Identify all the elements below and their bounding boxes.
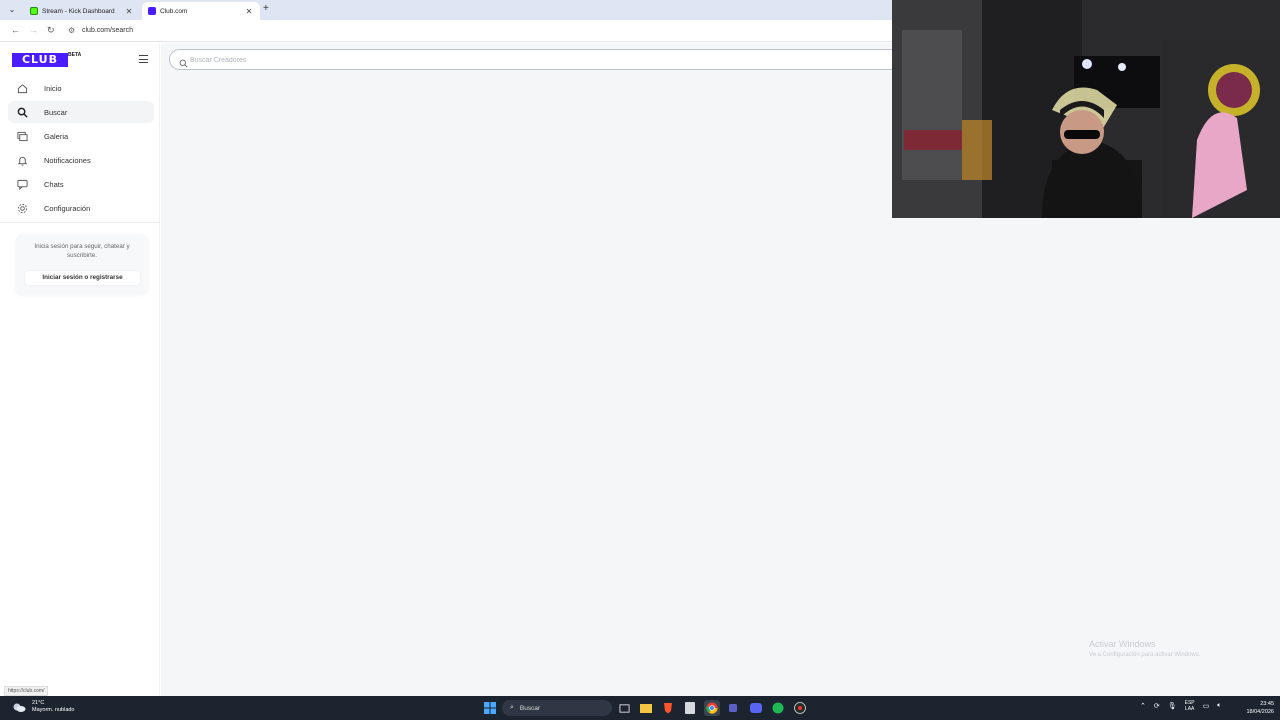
system-tray: ⌃ ⟳ 🎙︎ ESP LAA ▭ 🔈︎: [1140, 700, 1229, 712]
bell-icon: [16, 154, 28, 166]
taskbar-search-label: Buscar: [519, 704, 541, 712]
obs-icon[interactable]: [792, 700, 808, 716]
webcam-overlay: [892, 0, 1280, 218]
status-url-tooltip: https://club.com/: [4, 686, 49, 696]
sidebar-item-inicio[interactable]: Inicio: [8, 77, 154, 99]
chevron-up-icon[interactable]: ⌃: [1140, 702, 1146, 710]
taskbar-start: [482, 700, 504, 716]
windows-start-icon[interactable]: [482, 700, 498, 716]
windows-activation-watermark: Activar Windows Ve a Configuración para …: [1089, 639, 1200, 658]
sidebar-item-galeria[interactable]: Galeria: [8, 125, 154, 147]
kick-icon: [30, 7, 38, 15]
close-icon[interactable]: ✕: [244, 7, 254, 16]
tab-title: Stream - Kick Dashboard: [42, 7, 115, 15]
cloudy-icon: [13, 703, 26, 712]
sidebar-nav: Inicio Buscar Galeria Notificaciones Cha…: [8, 77, 154, 221]
calculator-icon[interactable]: [682, 700, 698, 716]
login-prompt-text: Inicia sesión para seguir, chatear y sus…: [34, 243, 130, 259]
club-logo[interactable]: CLUB: [12, 53, 68, 67]
site-settings-icon[interactable]: ⚙: [68, 26, 75, 35]
volume-icon[interactable]: 🔈︎: [1217, 702, 1221, 710]
forward-icon[interactable]: →: [29, 25, 38, 35]
sidebar-item-buscar[interactable]: Buscar: [8, 101, 154, 123]
weather-desc: Mayorm. nublado: [32, 707, 75, 713]
sidebar-item-label: Inicio: [44, 83, 62, 93]
sidebar: CLUB BETA Inicio Buscar Galeria Notifica: [0, 43, 160, 696]
sidebar-item-label: Chats: [44, 179, 64, 189]
network-icon[interactable]: ▭: [1203, 702, 1210, 710]
sidebar-item-notificaciones[interactable]: Notificaciones: [8, 149, 154, 171]
menu-icon[interactable]: [139, 55, 148, 63]
sidebar-item-label: Notificaciones: [44, 155, 91, 165]
file-explorer-icon[interactable]: [638, 700, 654, 716]
login-card: Inicia sesión para seguir, chatear y sus…: [16, 235, 148, 295]
club-icon: [148, 7, 156, 15]
sidebar-divider: [0, 222, 160, 223]
language-indicator[interactable]: ESP LAA: [1185, 700, 1195, 712]
login-register-button[interactable]: Iniciar sesión o registrarse: [25, 271, 140, 285]
beta-badge: BETA: [68, 52, 82, 58]
update-icon[interactable]: ⟳: [1154, 702, 1160, 710]
webcam-scene: [892, 0, 1280, 218]
tab-club[interactable]: Club.com ✕: [142, 2, 260, 20]
chat-icon: [16, 178, 28, 190]
task-view-icon[interactable]: [616, 700, 632, 716]
clock-date: 18/04/2026: [1246, 709, 1274, 715]
weather-widget[interactable]: 21°C Mayorm. nublado: [12, 700, 75, 714]
taskbar-clock[interactable]: 23:45 18/04/2026: [1246, 700, 1274, 716]
brave-icon[interactable]: [660, 700, 676, 716]
sidebar-item-chats[interactable]: Chats: [8, 173, 154, 195]
microphone-icon[interactable]: 🎙︎: [1168, 702, 1177, 710]
activation-subtitle: Ve a Configuración para activar Windows.: [1089, 652, 1201, 658]
sidebar-item-configuracion[interactable]: Configuración: [8, 197, 154, 219]
gallery-icon: [16, 130, 28, 142]
activation-title: Activar Windows: [1089, 639, 1156, 649]
weather-temp: 21°C: [32, 700, 45, 706]
address-bar[interactable]: club.com/search: [82, 27, 133, 34]
close-icon[interactable]: ✕: [124, 7, 134, 16]
new-tab-icon[interactable]: +: [263, 3, 269, 14]
spotify-icon[interactable]: [770, 700, 786, 716]
clock-time: 23:45: [1260, 701, 1274, 707]
tab-kick-dashboard[interactable]: Stream - Kick Dashboard ✕: [24, 2, 140, 20]
sidebar-item-label: Configuración: [44, 203, 91, 213]
taskbar-search[interactable]: ⌕ Buscar: [502, 700, 612, 716]
chrome-icon[interactable]: [704, 700, 720, 716]
teams-icon[interactable]: [726, 700, 742, 716]
reload-icon[interactable]: ↻: [47, 25, 55, 36]
windows-taskbar: 21°C Mayorm. nublado ⌕ Buscar ⌃ ⟳ 🎙︎ ESP…: [0, 696, 1280, 720]
gear-icon: [16, 202, 28, 214]
tab-title: Club.com: [160, 7, 188, 15]
sidebar-item-label: Galeria: [44, 131, 69, 141]
search-input[interactable]: [190, 53, 590, 67]
search-icon: [179, 55, 188, 68]
tab-search-chevron-icon[interactable]: ⌄: [6, 4, 18, 16]
sidebar-item-label: Buscar: [44, 107, 68, 117]
search-icon: ⌕: [510, 704, 514, 711]
home-icon: [16, 82, 28, 94]
lang-bottom: LAA: [1184, 706, 1195, 712]
back-icon[interactable]: ←: [11, 25, 20, 35]
search-icon: [16, 106, 28, 118]
taskbar-pinned-apps: [616, 700, 814, 716]
discord-icon[interactable]: [748, 700, 764, 716]
